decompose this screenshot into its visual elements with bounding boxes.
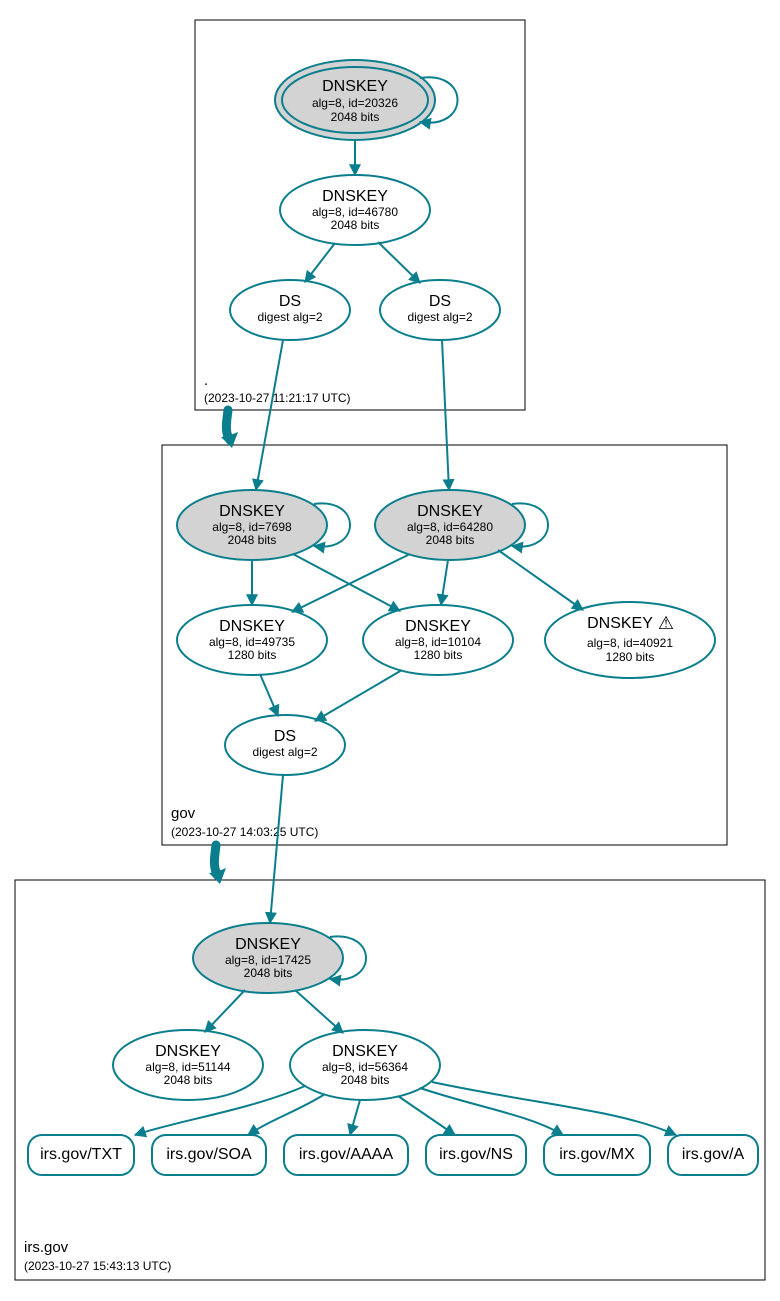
svg-text:DNSKEY: DNSKEY	[332, 1043, 398, 1060]
zone-irs-ts: (2023-10-27 15:43:13 UTC)	[24, 1259, 171, 1273]
rr-soa: irs.gov/SOA	[152, 1135, 266, 1175]
node-irs-zsk1: DNSKEY alg=8, id=51144 2048 bits	[113, 1030, 263, 1100]
edge-zsk2-aaaa	[350, 1100, 360, 1135]
svg-text:DNSKEY: DNSKEY	[219, 618, 285, 635]
svg-text:DS: DS	[429, 293, 451, 310]
node-root-ds2: DS digest alg=2	[380, 280, 500, 340]
svg-text:DNSKEY: DNSKEY	[219, 503, 285, 520]
node-gov-ksk1: DNSKEY alg=8, id=7698 2048 bits	[177, 490, 327, 560]
svg-text:irs.gov/AAAA: irs.gov/AAAA	[299, 1146, 394, 1163]
node-irs-zsk2: DNSKEY alg=8, id=56364 2048 bits	[290, 1030, 440, 1100]
edge-ds1-to-gov-ksk1	[256, 340, 283, 490]
zone-gov-ts: (2023-10-27 14:03:25 UTC)	[171, 825, 318, 839]
rr-mx: irs.gov/MX	[544, 1135, 650, 1175]
node-root-ds1: DS digest alg=2	[230, 280, 350, 340]
edge-zsk2-a	[432, 1082, 676, 1135]
edge-govds-irsksk	[270, 775, 283, 923]
edge-irsksk-zsk2	[295, 990, 343, 1033]
svg-text:alg=8, id=20326: alg=8, id=20326	[312, 96, 398, 110]
svg-text:irs.gov/SOA: irs.gov/SOA	[166, 1146, 252, 1163]
svg-text:alg=8, id=51144: alg=8, id=51144	[145, 1060, 231, 1074]
svg-text:2048 bits: 2048 bits	[228, 533, 277, 547]
svg-text:irs.gov/MX: irs.gov/MX	[559, 1146, 635, 1163]
delegation-gov-to-irs	[214, 845, 218, 876]
svg-text:alg=8, id=7698: alg=8, id=7698	[212, 520, 292, 534]
svg-text:1280 bits: 1280 bits	[414, 648, 463, 662]
zone-gov-name: gov	[171, 805, 196, 822]
edge-govksk2-zsk3	[498, 550, 583, 610]
svg-text:DNSKEY: DNSKEY	[417, 503, 483, 520]
node-gov-ds: DS digest alg=2	[225, 715, 345, 775]
svg-text:alg=8, id=49735: alg=8, id=49735	[209, 635, 295, 649]
edge-zsk2-ns	[398, 1096, 455, 1135]
edge-ds2-to-gov-ksk2	[442, 340, 449, 490]
edge-govksk2-zsk2	[441, 560, 448, 605]
svg-text:digest alg=2: digest alg=2	[252, 745, 317, 759]
svg-text:irs.gov/TXT: irs.gov/TXT	[40, 1146, 122, 1163]
zone-root-ts: (2023-10-27 11:21:17 UTC)	[204, 391, 351, 405]
svg-text:alg=8, id=17425: alg=8, id=17425	[225, 953, 311, 967]
edge-govksk1-zsk2	[293, 554, 400, 611]
svg-text:digest alg=2: digest alg=2	[407, 310, 472, 324]
node-gov-zsk3: DNSKEY ⚠ alg=8, id=40921 1280 bits	[545, 602, 715, 678]
svg-text:2048 bits: 2048 bits	[164, 1073, 213, 1087]
svg-text:alg=8, id=10104: alg=8, id=10104	[395, 635, 481, 649]
svg-text:irs.gov/NS: irs.gov/NS	[439, 1146, 513, 1163]
rr-aaaa: irs.gov/AAAA	[284, 1135, 408, 1175]
svg-text:DNSKEY: DNSKEY	[322, 78, 388, 95]
svg-text:DNSKEY: DNSKEY	[322, 188, 388, 205]
zone-root-name: .	[204, 372, 208, 389]
svg-text:irs.gov/A: irs.gov/A	[682, 1146, 745, 1163]
svg-text:digest alg=2: digest alg=2	[257, 310, 322, 324]
svg-text:DS: DS	[274, 728, 296, 745]
node-root-zsk: DNSKEY alg=8, id=46780 2048 bits	[280, 175, 430, 245]
edge-root-zsk-to-ds2	[378, 242, 420, 283]
edge-govzsk1-ds	[260, 674, 278, 716]
svg-text:2048 bits: 2048 bits	[426, 533, 475, 547]
svg-text:DNSKEY: DNSKEY	[155, 1043, 221, 1060]
svg-text:alg=8, id=64280: alg=8, id=64280	[407, 520, 493, 534]
svg-text:alg=8, id=46780: alg=8, id=46780	[312, 205, 398, 219]
rr-txt: irs.gov/TXT	[28, 1135, 134, 1175]
svg-text:1280 bits: 1280 bits	[606, 650, 655, 664]
edge-zsk2-mx	[420, 1088, 563, 1135]
node-gov-zsk2: DNSKEY alg=8, id=10104 1280 bits	[363, 605, 513, 675]
svg-text:2048 bits: 2048 bits	[331, 218, 380, 232]
svg-text:alg=8, id=56364: alg=8, id=56364	[322, 1060, 408, 1074]
rr-a: irs.gov/A	[668, 1135, 758, 1175]
svg-text:alg=8, id=40921: alg=8, id=40921	[587, 636, 673, 650]
edge-root-zsk-to-ds1	[305, 243, 335, 282]
svg-text:2048 bits: 2048 bits	[331, 110, 380, 124]
svg-text:DNSKEY: DNSKEY	[405, 618, 471, 635]
svg-text:2048 bits: 2048 bits	[244, 966, 293, 980]
warning-icon: ⚠	[658, 613, 674, 633]
edge-irsksk-zsk1	[205, 990, 245, 1032]
node-gov-zsk1: DNSKEY alg=8, id=49735 1280 bits	[177, 605, 327, 675]
zone-irs-name: irs.gov	[24, 1239, 69, 1256]
node-irs-ksk: DNSKEY alg=8, id=17425 2048 bits	[193, 923, 343, 993]
svg-text:1280 bits: 1280 bits	[228, 648, 277, 662]
svg-text:DS: DS	[279, 293, 301, 310]
node-gov-ksk2: DNSKEY alg=8, id=64280 2048 bits	[375, 490, 525, 560]
edge-zsk2-soa	[248, 1094, 325, 1135]
rr-ns: irs.gov/NS	[426, 1135, 526, 1175]
edge-govzsk2-ds	[315, 670, 402, 721]
svg-text:DNSKEY: DNSKEY	[235, 936, 301, 953]
node-root-ksk: DNSKEY alg=8, id=20326 2048 bits	[275, 60, 435, 140]
svg-text:DNSKEY: DNSKEY	[587, 615, 653, 632]
svg-text:2048 bits: 2048 bits	[341, 1073, 390, 1087]
